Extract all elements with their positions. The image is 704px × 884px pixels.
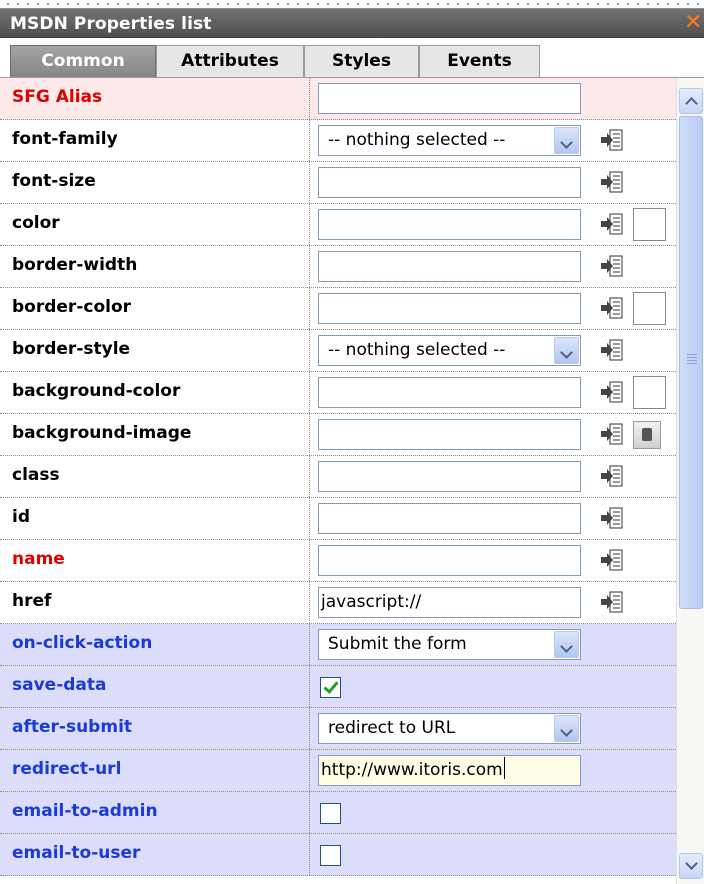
border-style-select[interactable]: -- nothing selected -- <box>318 335 581 366</box>
property-label: name <box>12 549 65 569</box>
property-row-border-color: border-color <box>0 288 676 330</box>
font-size-input[interactable] <box>318 167 581 198</box>
redirect-url-input[interactable]: http://www.itoris.com <box>318 755 581 786</box>
color-swatch[interactable] <box>633 376 666 409</box>
grip-icon <box>687 354 697 364</box>
property-label: border-color <box>12 297 132 317</box>
property-row-href: href javascript:// <box>0 582 676 624</box>
border-width-input[interactable] <box>318 251 581 282</box>
property-inherit-icon[interactable] <box>600 381 623 403</box>
href-input[interactable]: javascript:// <box>318 587 581 618</box>
property-inherit-icon[interactable] <box>600 129 623 151</box>
property-label: font-size <box>12 171 96 191</box>
select-value: -- nothing selected -- <box>328 340 506 360</box>
property-inherit-icon[interactable] <box>600 549 623 571</box>
chevron-down-icon[interactable] <box>554 337 579 364</box>
scroll-up-icon[interactable] <box>679 88 703 114</box>
background-image-input[interactable] <box>318 419 581 450</box>
property-label: color <box>12 213 60 233</box>
close-x-icon[interactable]: ✕ <box>684 12 702 34</box>
property-inherit-icon[interactable] <box>600 423 623 445</box>
property-row-background-image: background-image <box>0 414 676 456</box>
property-row-after-submit: after-submit redirect to URL <box>0 708 676 750</box>
property-inherit-icon[interactable] <box>600 339 623 361</box>
color-swatch[interactable] <box>633 292 666 325</box>
property-inherit-icon[interactable] <box>600 465 623 487</box>
property-inherit-icon[interactable] <box>600 591 623 613</box>
font-family-select[interactable]: -- nothing selected -- <box>318 125 581 156</box>
id-input[interactable] <box>318 503 581 534</box>
property-row-border-style: border-style -- nothing selected -- <box>0 330 676 372</box>
chevron-down-icon[interactable] <box>554 631 579 658</box>
window-title: MSDN Properties list <box>10 14 212 34</box>
property-row-font-size: font-size <box>0 162 676 204</box>
property-label: border-width <box>12 255 138 275</box>
image-picker-icon[interactable] <box>633 421 661 449</box>
property-inherit-icon[interactable] <box>600 255 623 277</box>
border-color-input[interactable] <box>318 293 581 324</box>
tab-bar: Common Attributes Styles Events <box>0 38 704 78</box>
text-caret <box>503 757 505 779</box>
property-label: background-image <box>12 423 192 443</box>
select-value: -- nothing selected -- <box>328 130 506 150</box>
class-input[interactable] <box>318 461 581 492</box>
property-label: on-click-action <box>12 633 153 653</box>
select-value: redirect to URL <box>328 718 456 738</box>
email-to-admin-checkbox[interactable] <box>320 803 341 824</box>
property-label: after-submit <box>12 717 133 737</box>
properties-window: MSDN Properties list ✕ Common Attributes… <box>0 8 704 884</box>
property-row-email-to-admin: email-to-admin <box>0 792 676 834</box>
property-row-class: class <box>0 456 676 498</box>
property-label: redirect-url <box>12 759 122 779</box>
tab-attributes[interactable]: Attributes <box>156 45 304 78</box>
scrollbar-thumb[interactable] <box>679 116 703 609</box>
color-input[interactable] <box>318 209 581 240</box>
chevron-down-icon[interactable] <box>554 715 579 742</box>
property-label: font-family <box>12 129 118 149</box>
property-row-redirect-url: redirect-url http://www.itoris.com <box>0 750 676 792</box>
chevron-down-icon[interactable] <box>554 127 579 154</box>
property-row-font-family: font-family -- nothing selected -- <box>0 120 676 162</box>
top-dotted-border <box>0 0 704 8</box>
property-label: email-to-admin <box>12 801 158 821</box>
property-row-name: name <box>0 540 676 582</box>
property-row-id: id <box>0 498 676 540</box>
property-inherit-icon[interactable] <box>600 213 623 235</box>
email-to-user-checkbox[interactable] <box>320 845 341 866</box>
property-label: email-to-user <box>12 843 141 863</box>
sfg-alias-input[interactable] <box>318 83 581 114</box>
property-label: save-data <box>12 675 107 695</box>
property-inherit-icon[interactable] <box>600 507 623 529</box>
tab-events[interactable]: Events <box>419 45 540 78</box>
property-row-sfg-alias: SFG Alias <box>0 78 676 120</box>
title-bar[interactable]: MSDN Properties list ✕ <box>0 8 704 38</box>
redirect-url-value: http://www.itoris.com <box>321 760 503 780</box>
property-row-background-color: background-color <box>0 372 676 414</box>
property-row-on-click-action: on-click-action Submit the form <box>0 624 676 666</box>
property-grid: SFG Alias font-family -- nothing selecte… <box>0 78 676 884</box>
property-row-save-data: save-data <box>0 666 676 708</box>
save-data-checkbox[interactable] <box>320 677 341 698</box>
property-label: background-color <box>12 381 181 401</box>
property-label: SFG Alias <box>12 87 103 107</box>
after-submit-select[interactable]: redirect to URL <box>318 713 581 744</box>
tab-common[interactable]: Common <box>10 45 156 78</box>
property-label: id <box>12 507 30 527</box>
property-row-email-to-user: email-to-user <box>0 834 676 876</box>
scroll-down-icon[interactable] <box>679 853 703 879</box>
select-value: Submit the form <box>328 634 467 654</box>
on-click-action-select[interactable]: Submit the form <box>318 629 581 660</box>
property-row-color: color <box>0 204 676 246</box>
name-input[interactable] <box>318 545 581 576</box>
background-color-input[interactable] <box>318 377 581 408</box>
property-label: border-style <box>12 339 131 359</box>
property-label: class <box>12 465 60 485</box>
property-row-border-width: border-width <box>0 246 676 288</box>
vertical-scrollbar[interactable] <box>676 78 704 884</box>
tab-styles[interactable]: Styles <box>304 45 419 78</box>
property-label: href <box>12 591 52 611</box>
property-inherit-icon[interactable] <box>600 171 623 193</box>
color-swatch[interactable] <box>633 208 666 241</box>
property-inherit-icon[interactable] <box>600 297 623 319</box>
